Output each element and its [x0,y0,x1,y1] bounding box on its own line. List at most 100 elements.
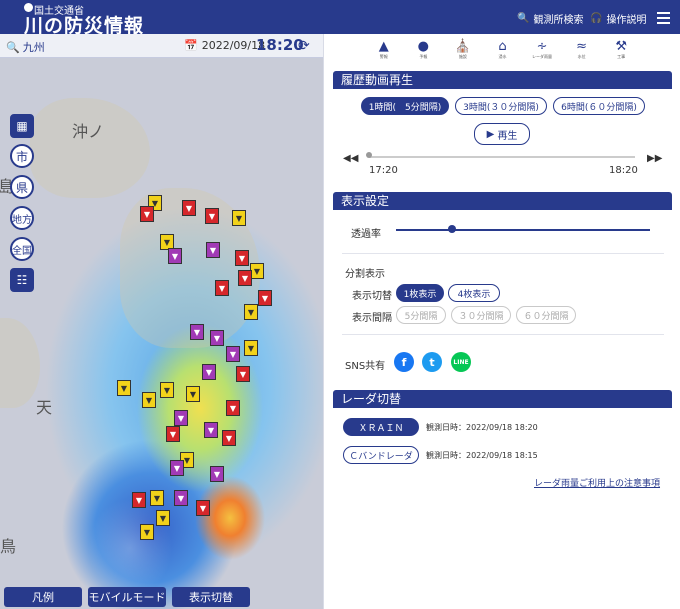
warning-marker-icon[interactable]: ▼ [142,392,156,408]
alert-marker-icon[interactable]: ▼ [226,346,240,362]
line-icon[interactable]: LINE [451,352,471,372]
single-view-button[interactable]: 1枚表示 [396,284,444,302]
land-area [0,318,40,408]
alert-marker-icon[interactable]: ▼ [170,460,184,476]
range-1h-button[interactable]: 1時間( 5分間隔) [361,97,449,115]
headset-icon: 🎧 [590,13,603,24]
map-toolbar: 🔍 九州 📅 2022/09/18 18:20 ⟳ [0,34,323,58]
alert-icon: ● [417,39,430,54]
slider-end-time: 18:20 [609,165,638,176]
zoom-prefecture-button[interactable]: 県 [10,175,34,199]
time-slider[interactable] [369,156,635,158]
zoom-region-button[interactable]: 地方 [10,206,34,230]
danger-marker-icon[interactable]: ▼ [258,290,272,306]
warning-marker-icon[interactable]: ▼ [244,304,258,320]
warning-marker-icon[interactable]: ▼ [250,263,264,279]
danger-marker-icon[interactable]: ▼ [166,426,180,442]
legend-button[interactable]: 凡例 [4,587,82,607]
interval-60min-button[interactable]: ６０分間隔 [516,306,576,324]
opacity-slider[interactable] [396,229,650,231]
danger-marker-icon[interactable]: ▼ [140,206,154,222]
opacity-slider-handle[interactable] [447,225,456,233]
interval-5min-button[interactable]: 5分間隔 [396,306,446,324]
calendar-icon: 📅 [184,39,198,52]
alert-marker-icon[interactable]: ▼ [202,364,216,380]
danger-marker-icon[interactable]: ▼ [238,270,252,286]
tool-warning[interactable]: ▲ 警報 [374,40,394,62]
alert-marker-icon[interactable]: ▼ [206,242,220,258]
twitter-icon[interactable]: t [422,352,442,372]
danger-marker-icon[interactable]: ▼ [132,492,146,508]
region-search[interactable]: 🔍 九州 [6,39,45,55]
display-switch-button[interactable]: 表示切替 [172,587,250,607]
cband-time: 観測日時：2022/09/18 18:15 [426,451,538,460]
tool-water-level[interactable]: ≈ 水位 [572,40,592,62]
quad-view-button[interactable]: 4枚表示 [448,284,500,302]
radar-map[interactable]: 沖ノ 島 天 鳥 ▦ 市 県 地方 全国 ☷ ▼ ▼ ▼ ▼ ▼ ▼ ▼ ▼ ▼… [0,58,323,609]
display-section-title: 表示設定 [333,192,672,210]
alert-marker-icon[interactable]: ▼ [168,248,182,264]
xrain-time: 観測日時：2022/09/18 18:20 [426,423,538,432]
warning-marker-icon[interactable]: ▼ [156,510,170,526]
slider-start-time: 17:20 [369,165,398,176]
tool-flood[interactable]: ⌂ 浸水 [492,40,512,62]
tool-facility[interactable]: ⛪ 施設 [453,40,473,62]
current-time: 18:20 [256,36,304,54]
tool-radar[interactable]: ∻ レーダ雨量 [532,40,552,62]
manual-button[interactable]: 🎧 操作説明 [590,11,646,26]
layer-toggle-icon[interactable]: ▦ [10,114,34,138]
sns-label: SNS共有 [345,361,386,372]
divider [342,334,664,335]
grid-toggle-icon[interactable]: ☷ [10,268,34,292]
radar-notice-link[interactable]: レーダ雨量ご利用上の注意事項 [534,476,660,489]
danger-marker-icon[interactable]: ▼ [196,500,210,516]
range-3h-button[interactable]: 3時間(３０分間隔) [455,97,547,115]
warning-marker-icon[interactable]: ▼ [232,210,246,226]
tool-label: 浸水 [498,54,507,59]
danger-marker-icon[interactable]: ▼ [205,208,219,224]
play-icon: ▶ [486,128,498,140]
search-icon: 🔍 [6,40,20,54]
interval-30min-button[interactable]: ３０分間隔 [451,306,511,324]
range-6h-button[interactable]: 6時間(６０分間隔) [553,97,645,115]
xrain-button[interactable]: ＸＲＡＩＮ [343,418,419,436]
danger-marker-icon[interactable]: ▼ [226,400,240,416]
switch-label: 表示切替 [352,291,392,302]
time-slider-handle[interactable] [366,152,372,158]
wrench-icon: ⚒ [615,39,627,54]
cband-button[interactable]: Ｃバンドレーダ [343,446,419,464]
danger-marker-icon[interactable]: ▼ [236,366,250,382]
land-area [30,98,150,198]
date-selector[interactable]: 📅 2022/09/18 [184,39,265,52]
zoom-city-button[interactable]: 市 [10,144,34,168]
alert-marker-icon[interactable]: ▼ [174,490,188,506]
warning-marker-icon[interactable]: ▼ [160,382,174,398]
mobile-mode-button[interactable]: モバイルモード [88,587,166,607]
danger-marker-icon[interactable]: ▼ [235,250,249,266]
alert-marker-icon[interactable]: ▼ [204,422,218,438]
rewind-icon[interactable]: ◀◀ [343,153,358,164]
place-label: 鳥 [0,537,17,556]
play-button[interactable]: ▶ 再生 [474,123,530,145]
tool-label: 工事 [617,54,626,59]
warning-marker-icon[interactable]: ▼ [117,380,131,396]
warning-marker-icon[interactable]: ▼ [150,490,164,506]
tool-construction[interactable]: ⚒ 工事 [611,40,631,62]
alert-marker-icon[interactable]: ▼ [174,410,188,426]
warning-marker-icon[interactable]: ▼ [186,386,200,402]
alert-marker-icon[interactable]: ▼ [210,330,224,346]
danger-marker-icon[interactable]: ▼ [215,280,229,296]
zoom-nationwide-button[interactable]: 全国 [10,237,34,261]
warning-marker-icon[interactable]: ▼ [140,524,154,540]
menu-icon[interactable] [657,12,670,27]
station-search-button[interactable]: 🔍 観測所検索 [517,11,583,26]
facebook-icon[interactable]: f [394,352,414,372]
warning-marker-icon[interactable]: ▼ [244,340,258,356]
forward-icon[interactable]: ▶▶ [647,153,662,164]
alert-marker-icon[interactable]: ▼ [210,466,224,482]
refresh-icon[interactable]: ⟳ [298,38,310,54]
alert-marker-icon[interactable]: ▼ [190,324,204,340]
danger-marker-icon[interactable]: ▼ [182,200,196,216]
danger-marker-icon[interactable]: ▼ [222,430,236,446]
tool-forecast[interactable]: ● 予報 [413,40,433,62]
